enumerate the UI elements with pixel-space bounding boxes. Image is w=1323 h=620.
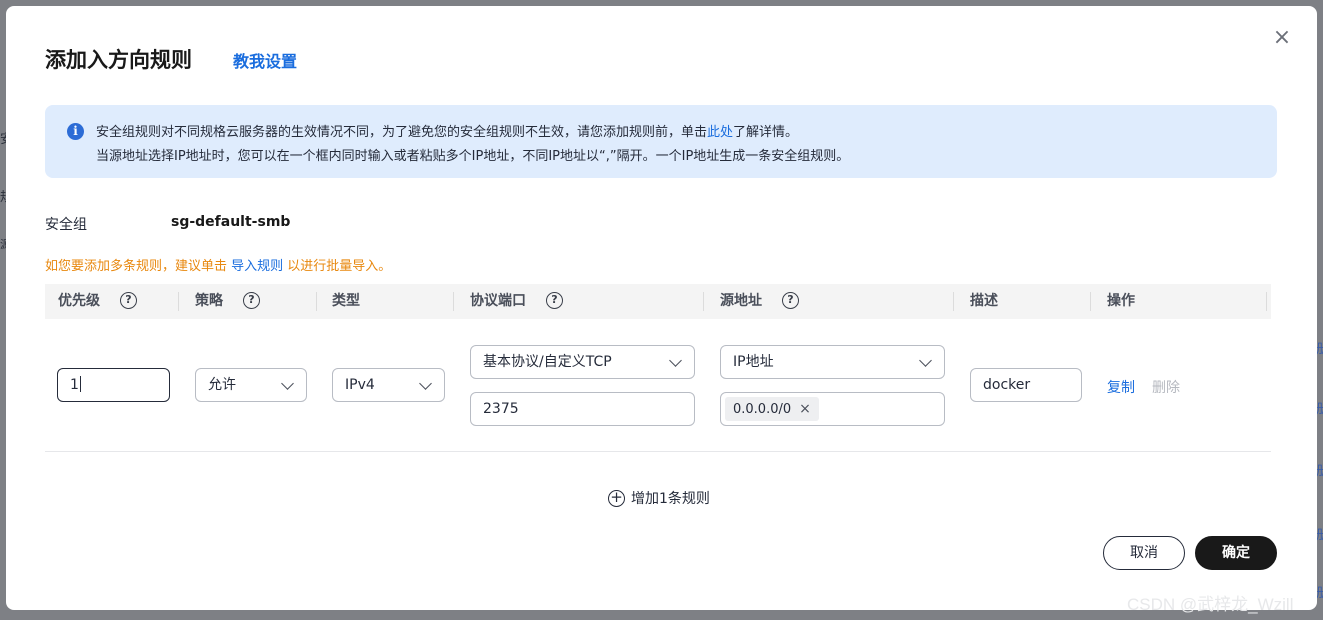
- help-icon[interactable]: ?: [546, 291, 563, 309]
- description-value: docker: [983, 377, 1031, 393]
- source-type-value: IP地址: [733, 354, 774, 370]
- plus-circle-icon: +: [608, 489, 625, 507]
- delete-rule-link: 删除: [1152, 380, 1180, 396]
- hint-text: 如您要添加多条规则，建议单击: [45, 259, 232, 274]
- info-banner: i 安全组规则对不同规格云服务器的生效情况不同，为了避免您的安全组规则不生效，请…: [45, 105, 1277, 178]
- source-address-input[interactable]: 0.0.0.0/0 ×: [720, 392, 945, 426]
- info-icon: i: [67, 123, 84, 140]
- column-divider: [953, 292, 954, 311]
- info-text: 安全组规则对不同规格云服务器的生效情况不同，为了避免您的安全组规则不生效，请您添…: [96, 125, 708, 140]
- protocol-value: 基本协议/自定义TCP: [483, 354, 612, 370]
- row-divider: [45, 451, 1271, 452]
- hint-text: 以进行批量导入。: [283, 259, 392, 274]
- info-line-1: 安全组规则对不同规格云服务器的生效情况不同，为了避免您的安全组规则不生效，请您添…: [96, 121, 798, 140]
- help-icon[interactable]: ?: [243, 291, 260, 309]
- policy-value: 允许: [208, 377, 236, 393]
- type-value: IPv4: [345, 377, 375, 393]
- cancel-button[interactable]: 取消: [1103, 536, 1185, 570]
- policy-select[interactable]: 允许: [195, 368, 307, 402]
- background-link: 册: [1316, 528, 1323, 543]
- column-divider: [1266, 292, 1267, 311]
- chevron-down-icon: [919, 354, 932, 367]
- info-line-2: 当源地址选择IP地址时，您可以在一个框内同时输入或者粘贴多个IP地址，不同IP地…: [96, 149, 850, 164]
- add-rule-button[interactable]: + 增加1条规则: [608, 488, 710, 508]
- column-divider: [453, 292, 454, 311]
- help-icon[interactable]: ?: [120, 291, 137, 309]
- column-type: 类型: [332, 293, 360, 309]
- info-text: 了解详情。: [733, 125, 799, 140]
- priority-value: 1: [70, 377, 79, 393]
- protocol-select[interactable]: 基本协议/自定义TCP: [470, 345, 695, 379]
- priority-input[interactable]: 1: [57, 368, 170, 402]
- copy-rule-link[interactable]: 复制: [1107, 377, 1135, 397]
- chevron-down-icon: [419, 377, 432, 390]
- column-priority: 优先级?: [58, 284, 137, 319]
- dialog-title: 添加入方向规则: [45, 48, 192, 72]
- column-label: 策略: [195, 293, 223, 309]
- security-group-value: sg-default-smb: [171, 214, 291, 230]
- close-icon[interactable]: ×: [799, 401, 811, 417]
- column-label: 源地址: [720, 293, 762, 309]
- import-rules-link[interactable]: 导入规则: [231, 259, 283, 274]
- security-group-label: 安全组: [45, 217, 87, 233]
- column-description: 描述: [970, 293, 998, 309]
- background-link: 册: [1316, 586, 1323, 601]
- column-label: 协议端口: [470, 293, 526, 309]
- chevron-down-icon: [669, 354, 682, 367]
- confirm-button[interactable]: 确定: [1195, 536, 1277, 570]
- column-actions: 操作: [1107, 293, 1135, 309]
- watermark: CSDN @武梓龙_Wzill: [1127, 595, 1294, 614]
- column-policy: 策略?: [195, 284, 260, 319]
- column-divider: [178, 292, 179, 311]
- column-divider: [316, 292, 317, 311]
- close-icon[interactable]: ×: [1271, 27, 1293, 50]
- add-rule-label: 增加1条规则: [631, 491, 710, 507]
- column-source: 源地址?: [720, 284, 799, 319]
- guide-link[interactable]: 教我设置: [233, 48, 297, 72]
- import-hint: 如您要添加多条规则，建议单击 导入规则 以进行批量导入。: [45, 255, 391, 274]
- background-link: 册: [1316, 342, 1323, 357]
- column-label: 优先级: [58, 293, 100, 309]
- ip-address-tag-label: 0.0.0.0/0: [733, 402, 792, 417]
- column-divider: [1090, 292, 1091, 311]
- text-cursor: [79, 376, 81, 392]
- ip-address-tag: 0.0.0.0/0 ×: [725, 397, 819, 421]
- type-select[interactable]: IPv4: [332, 368, 445, 402]
- port-value: 2375: [483, 401, 519, 417]
- help-icon[interactable]: ?: [782, 291, 799, 309]
- chevron-down-icon: [281, 377, 294, 390]
- background-link: 册: [1316, 464, 1323, 479]
- details-link[interactable]: 此处: [707, 125, 733, 140]
- column-divider: [703, 292, 704, 311]
- column-protocol-port: 协议端口?: [470, 284, 563, 319]
- source-type-select[interactable]: IP地址: [720, 345, 945, 379]
- rules-table-header: 优先级? 策略? 类型 协议端口? 源地址? 描述 操作: [45, 284, 1271, 319]
- port-input[interactable]: 2375: [470, 392, 695, 426]
- background-link: 册: [1316, 402, 1323, 417]
- add-inbound-rule-dialog: 添加入方向规则 教我设置 × i 安全组规则对不同规格云服务器的生效情况不同，为…: [6, 6, 1317, 610]
- description-input[interactable]: docker: [970, 368, 1082, 402]
